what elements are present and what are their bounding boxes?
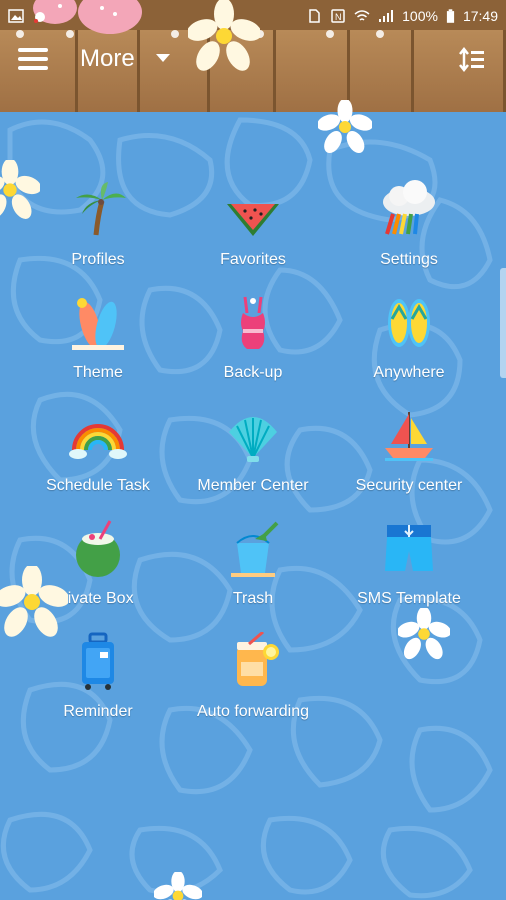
watermelon-icon: [227, 204, 279, 236]
strawberry-icon: [34, 12, 45, 23]
svg-text:N: N: [335, 12, 342, 22]
battery-icon: [446, 8, 455, 23]
palm-tree-icon: [76, 182, 126, 236]
sailboat-icon: [385, 412, 433, 461]
grid-item-back-up[interactable]: Back-up: [169, 283, 337, 395]
grid-item-label: Member Center: [197, 477, 309, 494]
sort-icon[interactable]: [458, 46, 486, 74]
signal-icon: [379, 10, 394, 22]
flower-decoration: [0, 566, 68, 637]
grid-item-label: Theme: [73, 364, 123, 381]
wifi-icon: [354, 10, 370, 21]
grid-item-label: Profiles: [71, 251, 125, 268]
grid-item-label: Trash: [232, 590, 274, 607]
sim-icon: [309, 9, 320, 23]
grid-item-theme[interactable]: Theme: [14, 283, 182, 395]
grid-item-label: Favorites: [220, 251, 286, 268]
hamburger-menu-icon[interactable]: [18, 48, 48, 74]
grid-item-trash[interactable]: Trash: [169, 509, 337, 621]
flip-flops-icon: [388, 299, 430, 347]
grid-item-label: SMS Template: [357, 590, 461, 607]
seashell-icon: [229, 417, 277, 462]
scrollbar[interactable]: [500, 268, 506, 378]
grid-item-settings[interactable]: Settings: [325, 170, 493, 282]
clock: 17:49: [462, 8, 498, 24]
grid-item-reminder[interactable]: Reminder: [14, 622, 182, 734]
grid-item-schedule-task[interactable]: Schedule Task: [14, 396, 182, 508]
battery-percent: 100%: [402, 8, 438, 24]
grid-item-label: Anywhere: [373, 364, 445, 381]
chevron-down-icon[interactable]: [156, 54, 170, 62]
grid-item-label: Schedule Task: [46, 477, 150, 494]
juice-jar-icon: [237, 632, 279, 686]
surfboard-icon: [72, 298, 124, 350]
flower-decoration: [154, 872, 202, 900]
nfc-icon: N: [331, 9, 345, 23]
grid-item-favorites[interactable]: Favorites: [169, 170, 337, 282]
grid-item-security-center[interactable]: Security center: [325, 396, 493, 508]
page-title[interactable]: More: [80, 45, 135, 73]
grid-item-label: Back-up: [223, 364, 283, 381]
flower-decoration: [188, 0, 260, 71]
rainbow-icon: [69, 424, 127, 459]
grid-item-member-center[interactable]: Member Center: [169, 396, 337, 508]
swim-shorts-icon: [385, 525, 433, 571]
grid-item-auto-forwarding[interactable]: Auto forwarding: [169, 622, 337, 734]
coconut-drink-icon: [76, 520, 120, 577]
flower-decoration: [398, 608, 450, 660]
flower-decoration: [0, 160, 40, 219]
rainbow-cloud-icon: [383, 180, 435, 235]
suitcase-icon: [82, 632, 114, 690]
grid-item-anywhere[interactable]: Anywhere: [325, 283, 493, 395]
grid-item-label: Settings: [380, 251, 438, 268]
gallery-icon: [8, 9, 24, 23]
swimsuit-icon: [241, 296, 265, 349]
grid-item-label: Security center: [355, 477, 463, 494]
grid-item-label: Auto forwarding: [196, 703, 310, 720]
grid-item-sms-template[interactable]: SMS Template: [325, 509, 493, 621]
sand-bucket-icon: [231, 521, 279, 577]
grid-item-label: Reminder: [63, 703, 133, 720]
flower-decoration: [318, 100, 372, 154]
